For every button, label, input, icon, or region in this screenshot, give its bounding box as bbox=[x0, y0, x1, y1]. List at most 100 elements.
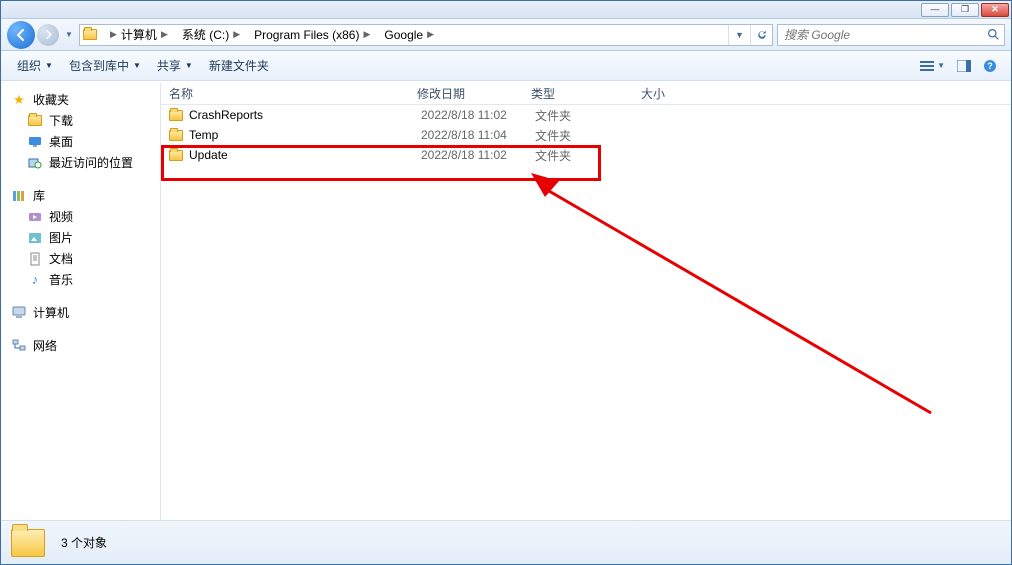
desktop-icon bbox=[27, 134, 43, 150]
file-row[interactable]: CrashReports 2022/8/18 11:02 文件夹 bbox=[161, 105, 1011, 125]
sidebar-network[interactable]: 网络 bbox=[1, 335, 160, 356]
file-type: 文件夹 bbox=[535, 127, 645, 144]
breadcrumb-label: 计算机 bbox=[121, 26, 157, 43]
breadcrumb-google[interactable]: Google ▶ bbox=[378, 25, 442, 45]
file-type: 文件夹 bbox=[535, 147, 645, 164]
new-folder-button[interactable]: 新建文件夹 bbox=[201, 51, 277, 80]
history-dropdown[interactable]: ▼ bbox=[63, 24, 75, 46]
folder-icon bbox=[169, 130, 183, 141]
breadcrumb-program-files[interactable]: Program Files (x86) ▶ bbox=[248, 25, 378, 45]
chevron-right-icon: ▶ bbox=[359, 29, 374, 40]
star-icon: ★ bbox=[11, 92, 27, 108]
sidebar-favorites-group: ★ 收藏夹 下载 桌面 最近访问的位置 bbox=[1, 89, 160, 173]
file-row[interactable]: Temp 2022/8/18 11:04 文件夹 bbox=[161, 125, 1011, 145]
share-button[interactable]: 共享 ▼ bbox=[149, 51, 201, 80]
maximize-button[interactable]: ❐ bbox=[951, 3, 979, 17]
column-header-type[interactable]: 类型 bbox=[523, 85, 633, 102]
body: ★ 收藏夹 下载 桌面 最近访问的位置 bbox=[1, 83, 1011, 520]
refresh-icon bbox=[756, 29, 768, 41]
folder-icon bbox=[27, 113, 43, 129]
picture-icon bbox=[27, 230, 43, 246]
refresh-button[interactable] bbox=[750, 25, 772, 45]
column-headers: 名称 修改日期 类型 大小 bbox=[161, 83, 1011, 105]
sidebar-item-recent[interactable]: 最近访问的位置 bbox=[1, 152, 160, 173]
search-input[interactable] bbox=[778, 25, 982, 45]
back-button[interactable] bbox=[7, 21, 35, 49]
file-name: CrashReports bbox=[189, 108, 421, 122]
file-row[interactable]: Update 2022/8/18 11:02 文件夹 bbox=[161, 145, 1011, 165]
sidebar-item-music[interactable]: ♪ 音乐 bbox=[1, 269, 160, 290]
sidebar-computer-group: 计算机 bbox=[1, 302, 160, 323]
sidebar-item-videos[interactable]: 视频 bbox=[1, 206, 160, 227]
sidebar-item-pictures[interactable]: 图片 bbox=[1, 227, 160, 248]
arrow-right-icon bbox=[44, 30, 53, 39]
document-icon bbox=[27, 251, 43, 267]
chevron-down-icon: ▼ bbox=[937, 61, 945, 70]
sidebar-label: 库 bbox=[33, 187, 45, 204]
sidebar-computer[interactable]: 计算机 bbox=[1, 302, 160, 323]
file-list-area: 名称 修改日期 类型 大小 CrashReports 2022/8/18 11:… bbox=[161, 83, 1011, 520]
folder-icon bbox=[169, 150, 183, 161]
view-options-button[interactable]: ▼ bbox=[914, 60, 951, 72]
status-count: 3 个对象 bbox=[61, 534, 107, 551]
file-type: 文件夹 bbox=[535, 107, 645, 124]
help-icon: ? bbox=[983, 59, 997, 73]
sidebar-network-group: 网络 bbox=[1, 335, 160, 356]
file-name: Temp bbox=[189, 128, 421, 142]
sidebar-label: 收藏夹 bbox=[33, 91, 69, 108]
chevron-down-icon: ▼ bbox=[185, 61, 193, 70]
annotation-arrow bbox=[531, 173, 941, 423]
chevron-down-icon: ▼ bbox=[133, 61, 141, 70]
navbar: ▼ ▶ 计算机 ▶ 系统 (C:) ▶ Program Files (x86) … bbox=[1, 19, 1011, 51]
close-button[interactable]: ✕ bbox=[981, 3, 1009, 17]
breadcrumb-drive[interactable]: 系统 (C:) ▶ bbox=[176, 25, 248, 45]
sidebar-item-desktop[interactable]: 桌面 bbox=[1, 131, 160, 152]
forward-button[interactable] bbox=[37, 24, 59, 46]
music-icon: ♪ bbox=[27, 272, 43, 288]
titlebar: — ❐ ✕ bbox=[1, 1, 1011, 19]
preview-pane-icon bbox=[957, 60, 971, 72]
computer-icon bbox=[11, 305, 27, 321]
file-date: 2022/8/18 11:02 bbox=[421, 148, 535, 162]
svg-text:?: ? bbox=[987, 61, 993, 71]
breadcrumb-computer[interactable]: ▶ 计算机 ▶ bbox=[100, 25, 176, 45]
breadcrumb-label: 系统 (C:) bbox=[182, 26, 229, 43]
toolbar-label: 共享 bbox=[157, 57, 181, 74]
include-in-library-button[interactable]: 包含到库中 ▼ bbox=[61, 51, 149, 80]
chevron-right-icon: ▶ bbox=[106, 29, 121, 40]
sidebar-libraries-group: 库 视频 图片 文档 ♪ 音乐 bbox=[1, 185, 160, 290]
sidebar-item-label: 文档 bbox=[49, 250, 73, 267]
file-rows: CrashReports 2022/8/18 11:02 文件夹 Temp 20… bbox=[161, 105, 1011, 165]
help-button[interactable]: ? bbox=[977, 59, 1003, 73]
video-icon bbox=[27, 209, 43, 225]
sidebar-item-documents[interactable]: 文档 bbox=[1, 248, 160, 269]
chevron-right-icon: ▶ bbox=[157, 29, 172, 40]
arrow-left-icon bbox=[15, 29, 27, 41]
sidebar-item-downloads[interactable]: 下载 bbox=[1, 110, 160, 131]
sidebar-item-label: 视频 bbox=[49, 208, 73, 225]
organize-button[interactable]: 组织▼ bbox=[9, 51, 61, 80]
sidebar-libraries[interactable]: 库 bbox=[1, 185, 160, 206]
recent-icon bbox=[27, 155, 43, 171]
explorer-window: — ❐ ✕ ▼ ▶ 计算机 ▶ 系统 (C:) ▶ Program Files … bbox=[0, 0, 1012, 565]
chevron-down-icon: ▼ bbox=[45, 61, 53, 70]
column-header-name[interactable]: 名称 bbox=[161, 85, 409, 102]
toolbar-label: 包含到库中 bbox=[69, 57, 129, 74]
folder-icon bbox=[80, 29, 100, 40]
sidebar-label: 计算机 bbox=[33, 304, 69, 321]
address-bar[interactable]: ▶ 计算机 ▶ 系统 (C:) ▶ Program Files (x86) ▶ … bbox=[79, 24, 773, 46]
preview-pane-button[interactable] bbox=[951, 60, 977, 72]
search-icon bbox=[982, 28, 1004, 41]
status-bar: 3 个对象 bbox=[1, 520, 1011, 564]
file-date: 2022/8/18 11:02 bbox=[421, 108, 535, 122]
file-date: 2022/8/18 11:04 bbox=[421, 128, 535, 142]
sidebar-favorites[interactable]: ★ 收藏夹 bbox=[1, 89, 160, 110]
minimize-button[interactable]: — bbox=[921, 3, 949, 17]
sidebar-item-label: 图片 bbox=[49, 229, 73, 246]
address-dropdown[interactable]: ▼ bbox=[728, 25, 750, 45]
column-header-size[interactable]: 大小 bbox=[633, 85, 733, 102]
column-header-date[interactable]: 修改日期 bbox=[409, 85, 523, 102]
search-box[interactable] bbox=[777, 24, 1005, 46]
sidebar-label: 网络 bbox=[33, 337, 57, 354]
breadcrumb-label: Program Files (x86) bbox=[254, 28, 359, 42]
